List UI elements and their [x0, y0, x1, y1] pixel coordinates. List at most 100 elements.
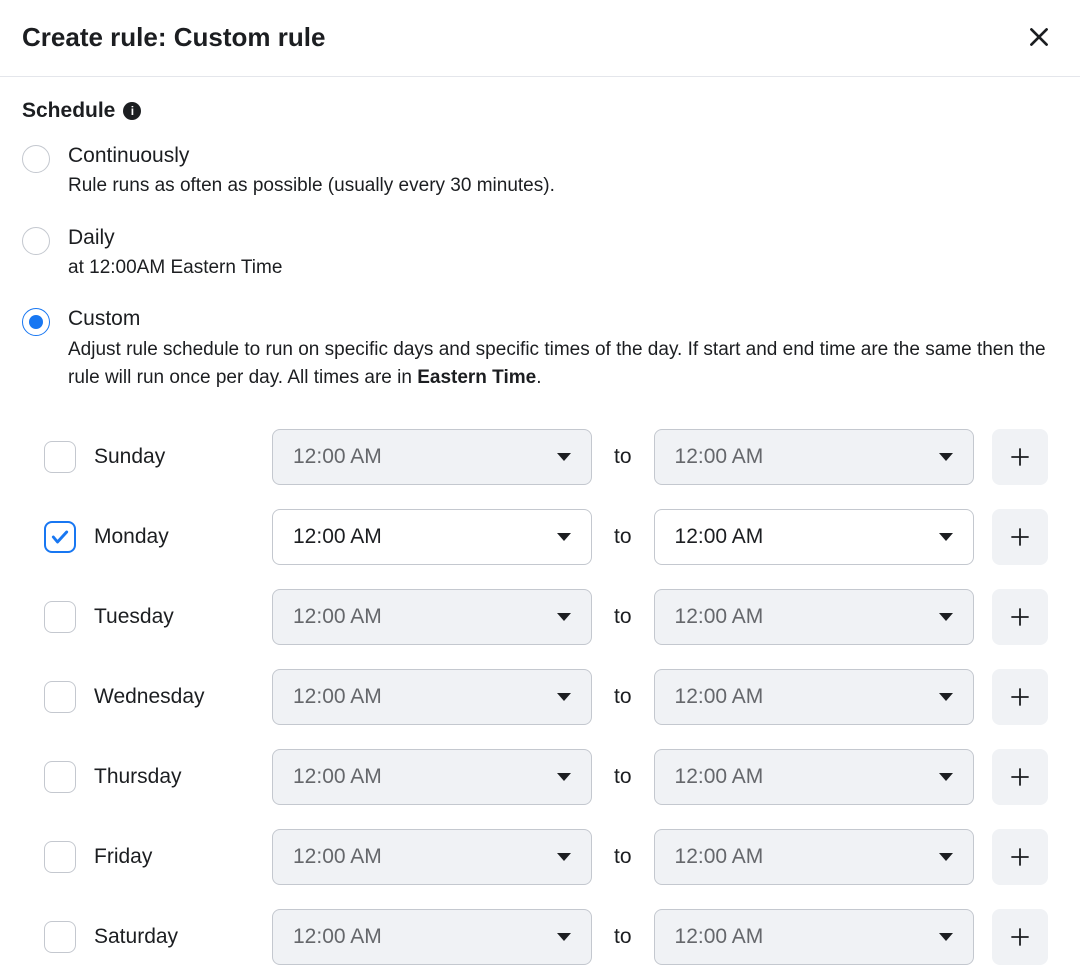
time-value: 12:00 AM [293, 445, 382, 469]
radio-label-continuously: Continuously [68, 143, 1058, 168]
chevron-down-icon [939, 533, 953, 541]
dialog-header: Create rule: Custom rule [0, 0, 1080, 77]
add-time-button-sunday[interactable] [992, 429, 1048, 485]
radio-desc-custom: Adjust rule schedule to run on specific … [68, 336, 1058, 393]
start-time-select-friday[interactable]: 12:00 AM [272, 829, 592, 885]
start-time-select-tuesday[interactable]: 12:00 AM [272, 589, 592, 645]
checkbox-monday[interactable] [44, 521, 76, 553]
time-value: 12:00 AM [675, 845, 764, 869]
day-row-saturday: Saturday 12:00 AM to 12:00 AM [44, 909, 1058, 965]
radio-desc-daily: at 12:00AM Eastern Time [68, 254, 1058, 283]
day-label: Tuesday [94, 605, 254, 629]
schedule-section-title: Schedule i [22, 99, 1058, 123]
time-value: 12:00 AM [675, 605, 764, 629]
plus-icon [1008, 845, 1032, 869]
end-time-select-saturday[interactable]: 12:00 AM [654, 909, 974, 965]
plus-icon [1008, 525, 1032, 549]
add-time-button-wednesday[interactable] [992, 669, 1048, 725]
time-value: 12:00 AM [293, 525, 382, 549]
start-time-select-monday[interactable]: 12:00 AM [272, 509, 592, 565]
day-label: Friday [94, 845, 254, 869]
checkbox-friday[interactable] [44, 841, 76, 873]
chevron-down-icon [557, 933, 571, 941]
start-time-select-wednesday[interactable]: 12:00 AM [272, 669, 592, 725]
chevron-down-icon [939, 853, 953, 861]
day-row-monday: Monday 12:00 AM to 12:00 AM [44, 509, 1058, 565]
day-row-tuesday: Tuesday 12:00 AM to 12:00 AM [44, 589, 1058, 645]
radio-desc-continuously: Rule runs as often as possible (usually … [68, 172, 1058, 201]
chevron-down-icon [557, 533, 571, 541]
checkbox-sunday[interactable] [44, 441, 76, 473]
add-time-button-saturday[interactable] [992, 909, 1048, 965]
check-icon [50, 527, 70, 547]
plus-icon [1008, 765, 1032, 789]
radio-button-continuously[interactable] [22, 145, 50, 173]
dialog-title: Create rule: Custom rule [22, 22, 325, 53]
day-row-wednesday: Wednesday 12:00 AM to 12:00 AM [44, 669, 1058, 725]
end-time-select-monday[interactable]: 12:00 AM [654, 509, 974, 565]
to-label: to [610, 765, 636, 789]
radio-option-continuously[interactable]: Continuously Rule runs as often as possi… [22, 143, 1058, 201]
time-value: 12:00 AM [293, 685, 382, 709]
time-value: 12:00 AM [675, 445, 764, 469]
add-time-button-tuesday[interactable] [992, 589, 1048, 645]
plus-icon [1008, 445, 1032, 469]
radio-option-custom[interactable]: Custom Adjust rule schedule to run on sp… [22, 306, 1058, 392]
time-value: 12:00 AM [293, 605, 382, 629]
to-label: to [610, 605, 636, 629]
end-time-select-friday[interactable]: 12:00 AM [654, 829, 974, 885]
chevron-down-icon [939, 933, 953, 941]
to-label: to [610, 685, 636, 709]
chevron-down-icon [939, 773, 953, 781]
checkbox-saturday[interactable] [44, 921, 76, 953]
end-time-select-thursday[interactable]: 12:00 AM [654, 749, 974, 805]
to-label: to [610, 845, 636, 869]
chevron-down-icon [557, 453, 571, 461]
day-row-sunday: Sunday12:00 AMto12:00 AM [44, 429, 1058, 485]
time-value: 12:00 AM [675, 925, 764, 949]
close-icon [1026, 24, 1052, 50]
to-label: to [610, 525, 636, 549]
to-label: to [610, 445, 636, 469]
plus-icon [1008, 685, 1032, 709]
radio-option-daily[interactable]: Daily at 12:00AM Eastern Time [22, 225, 1058, 283]
schedule-label: Schedule [22, 99, 115, 123]
chevron-down-icon [939, 453, 953, 461]
radio-button-daily[interactable] [22, 227, 50, 255]
end-time-select-tuesday[interactable]: 12:00 AM [654, 589, 974, 645]
checkbox-tuesday[interactable] [44, 601, 76, 633]
chevron-down-icon [557, 693, 571, 701]
end-time-select-sunday[interactable]: 12:00 AM [654, 429, 974, 485]
checkbox-wednesday[interactable] [44, 681, 76, 713]
day-label: Monday [94, 525, 254, 549]
close-button[interactable] [1020, 18, 1058, 56]
start-time-select-saturday[interactable]: 12:00 AM [272, 909, 592, 965]
plus-icon [1008, 605, 1032, 629]
day-label: Thursday [94, 765, 254, 789]
start-time-select-thursday[interactable]: 12:00 AM [272, 749, 592, 805]
chevron-down-icon [557, 773, 571, 781]
time-value: 12:00 AM [675, 685, 764, 709]
add-time-button-monday[interactable] [992, 509, 1048, 565]
radio-label-daily: Daily [68, 225, 1058, 250]
to-label: to [610, 925, 636, 949]
end-time-select-wednesday[interactable]: 12:00 AM [654, 669, 974, 725]
day-label: Wednesday [94, 685, 254, 709]
day-label: Saturday [94, 925, 254, 949]
checkbox-thursday[interactable] [44, 761, 76, 793]
days-container: Sunday12:00 AMto12:00 AMMonday12:00 AMto… [22, 429, 1058, 965]
chevron-down-icon [557, 853, 571, 861]
schedule-radio-group: Continuously Rule runs as often as possi… [22, 143, 1058, 393]
time-value: 12:00 AM [675, 765, 764, 789]
add-time-button-friday[interactable] [992, 829, 1048, 885]
info-icon[interactable]: i [123, 102, 141, 120]
time-value: 12:00 AM [293, 845, 382, 869]
time-value: 12:00 AM [675, 525, 764, 549]
chevron-down-icon [939, 693, 953, 701]
add-time-button-thursday[interactable] [992, 749, 1048, 805]
start-time-select-sunday[interactable]: 12:00 AM [272, 429, 592, 485]
time-value: 12:00 AM [293, 765, 382, 789]
time-value: 12:00 AM [293, 925, 382, 949]
radio-button-custom[interactable] [22, 308, 50, 336]
schedule-section: Schedule i Continuously Rule runs as oft… [0, 77, 1080, 965]
